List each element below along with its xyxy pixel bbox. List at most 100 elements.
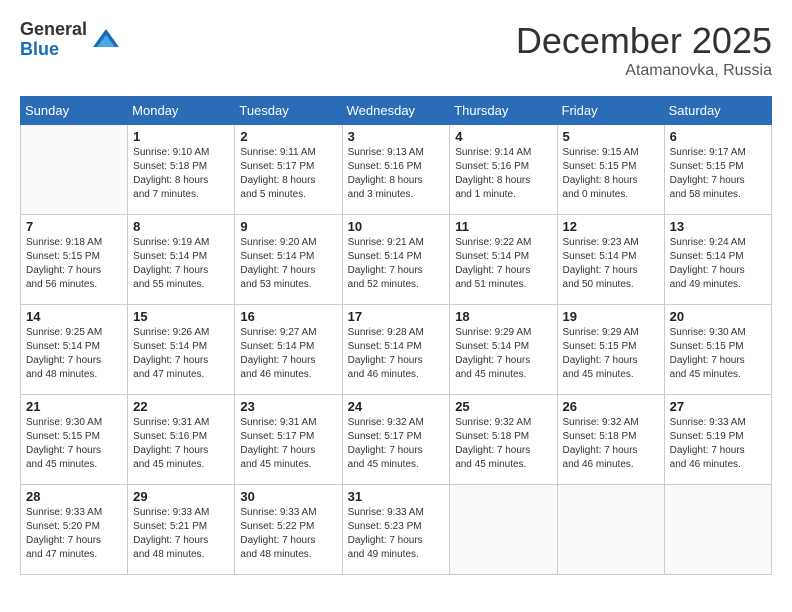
logo-blue: Blue: [20, 40, 87, 60]
calendar-week-row: 21 Sunrise: 9:30 AMSunset: 5:15 PMDayligh…: [21, 395, 772, 485]
day-info: Sunrise: 9:11 AMSunset: 5:17 PMDaylight:…: [240, 146, 336, 202]
day-info: Sunrise: 9:24 AMSunset: 5:14 PMDaylight:…: [670, 236, 766, 292]
calendar-cell: 4Sunrise: 9:14 AMSunset: 5:16 PMDaylight…: [450, 125, 557, 215]
calendar-cell: 12Sunrise: 9:23 AMSunset: 5:14 PMDayligh…: [557, 215, 664, 305]
day-number: 6: [670, 129, 766, 144]
day-number: 7: [26, 219, 122, 234]
calendar-table: SundayMondayTuesdayWednesdayThursdayFrid…: [20, 96, 772, 575]
calendar-cell: 15Sunrise: 9:26 AMSunset: 5:14 PMDayligh…: [128, 305, 235, 395]
calendar-cell: 6 Sunrise: 9:17 AMSunset: 5:15 PMDaylight…: [664, 125, 771, 215]
day-info: Sunrise: 9:29 AMSunset: 5:15 PMDaylight:…: [563, 326, 659, 382]
day-info: Sunrise: 9:30 AMSunset: 5:15 PMDaylight:…: [670, 326, 766, 382]
day-info: Sunrise: 9:31 AMSunset: 5:17 PMDaylight:…: [240, 416, 336, 472]
day-number: 8: [133, 219, 229, 234]
day-info: Sunrise: 9:27 AMSunset: 5:14 PMDaylight:…: [240, 326, 336, 382]
day-info: Sunrise: 9:21 AMSunset: 5:14 PMDaylight:…: [348, 236, 445, 292]
calendar-week-row: 28 Sunrise: 9:33 AMSunset: 5:20 PMDayligh…: [21, 485, 772, 575]
calendar-week-row: 14 Sunrise: 9:25 AMSunset: 5:14 PMDayligh…: [21, 305, 772, 395]
calendar-cell: 25 Sunrise: 9:32 AMSunset: 5:18 PMDayligh…: [450, 395, 557, 485]
calendar-cell: 1Sunrise: 9:10 AMSunset: 5:18 PMDaylight…: [128, 125, 235, 215]
calendar-cell: 27 Sunrise: 9:33 AMSunset: 5:19 PMDayligh…: [664, 395, 771, 485]
calendar-cell: 7 Sunrise: 9:18 AMSunset: 5:15 PMDaylight…: [21, 215, 128, 305]
day-info: Sunrise: 9:30 AMSunset: 5:15 PMDaylight:…: [26, 416, 122, 472]
day-info: Sunrise: 9:17 AMSunset: 5:15 PMDaylight:…: [670, 146, 766, 202]
day-info: Sunrise: 9:32 AMSunset: 5:18 PMDaylight:…: [455, 416, 551, 472]
month-title: December 2025: [516, 20, 772, 62]
calendar-header-saturday: Saturday: [664, 97, 771, 125]
day-info: Sunrise: 9:18 AMSunset: 5:15 PMDaylight:…: [26, 236, 122, 292]
day-number: 9: [240, 219, 336, 234]
day-info: Sunrise: 9:33 AMSunset: 5:22 PMDaylight:…: [240, 506, 336, 562]
day-number: 10: [348, 219, 445, 234]
calendar-cell: 26 Sunrise: 9:32 AMSunset: 5:18 PMDayligh…: [557, 395, 664, 485]
day-number: 14: [26, 309, 122, 324]
calendar-cell: 31Sunrise: 9:33 AMSunset: 5:23 PMDayligh…: [342, 485, 450, 575]
calendar-week-row: 7 Sunrise: 9:18 AMSunset: 5:15 PMDaylight…: [21, 215, 772, 305]
calendar-cell: 5Sunrise: 9:15 AMSunset: 5:15 PMDaylight…: [557, 125, 664, 215]
day-number: 22: [133, 399, 229, 414]
logo-general: General: [20, 20, 87, 40]
calendar-cell: 22 Sunrise: 9:31 AMSunset: 5:16 PMDayligh…: [128, 395, 235, 485]
calendar-cell: 21 Sunrise: 9:30 AMSunset: 5:15 PMDayligh…: [21, 395, 128, 485]
day-number: 23: [240, 399, 336, 414]
calendar-cell: 11Sunrise: 9:22 AMSunset: 5:14 PMDayligh…: [450, 215, 557, 305]
day-number: 19: [563, 309, 659, 324]
day-info: Sunrise: 9:29 AMSunset: 5:14 PMDaylight:…: [455, 326, 551, 382]
day-info: Sunrise: 9:15 AMSunset: 5:15 PMDaylight:…: [563, 146, 659, 202]
day-info: Sunrise: 9:31 AMSunset: 5:16 PMDaylight:…: [133, 416, 229, 472]
calendar-header-sunday: Sunday: [21, 97, 128, 125]
day-number: 15: [133, 309, 229, 324]
calendar-header-wednesday: Wednesday: [342, 97, 450, 125]
day-info: Sunrise: 9:25 AMSunset: 5:14 PMDaylight:…: [26, 326, 122, 382]
calendar-cell: 3 Sunrise: 9:13 AMSunset: 5:16 PMDaylight…: [342, 125, 450, 215]
day-info: Sunrise: 9:13 AMSunset: 5:16 PMDaylight:…: [348, 146, 445, 202]
day-number: 21: [26, 399, 122, 414]
day-number: 3: [348, 129, 445, 144]
day-number: 20: [670, 309, 766, 324]
day-info: Sunrise: 9:33 AMSunset: 5:20 PMDaylight:…: [26, 506, 122, 562]
day-info: Sunrise: 9:28 AMSunset: 5:14 PMDaylight:…: [348, 326, 445, 382]
calendar-cell: [21, 125, 128, 215]
day-number: 26: [563, 399, 659, 414]
day-number: 24: [348, 399, 445, 414]
calendar-week-row: 1Sunrise: 9:10 AMSunset: 5:18 PMDaylight…: [21, 125, 772, 215]
day-info: Sunrise: 9:33 AMSunset: 5:19 PMDaylight:…: [670, 416, 766, 472]
day-number: 27: [670, 399, 766, 414]
calendar-cell: 14 Sunrise: 9:25 AMSunset: 5:14 PMDayligh…: [21, 305, 128, 395]
calendar-cell: 9 Sunrise: 9:20 AMSunset: 5:14 PMDaylight…: [235, 215, 342, 305]
day-info: Sunrise: 9:20 AMSunset: 5:14 PMDaylight:…: [240, 236, 336, 292]
logo: General Blue: [20, 20, 121, 60]
calendar-cell: 30 Sunrise: 9:33 AMSunset: 5:22 PMDayligh…: [235, 485, 342, 575]
day-number: 17: [348, 309, 445, 324]
calendar-cell: 13Sunrise: 9:24 AMSunset: 5:14 PMDayligh…: [664, 215, 771, 305]
day-info: Sunrise: 9:32 AMSunset: 5:17 PMDaylight:…: [348, 416, 445, 472]
day-number: 2: [240, 129, 336, 144]
day-number: 28: [26, 489, 122, 504]
calendar-cell: 2 Sunrise: 9:11 AMSunset: 5:17 PMDaylight…: [235, 125, 342, 215]
day-info: Sunrise: 9:10 AMSunset: 5:18 PMDaylight:…: [133, 146, 229, 202]
calendar-cell: [450, 485, 557, 575]
calendar-cell: 29Sunrise: 9:33 AMSunset: 5:21 PMDayligh…: [128, 485, 235, 575]
day-number: 25: [455, 399, 551, 414]
calendar-cell: 8Sunrise: 9:19 AMSunset: 5:14 PMDaylight…: [128, 215, 235, 305]
page-header: General Blue December 2025 Atamanovka, R…: [20, 20, 772, 80]
day-number: 4: [455, 129, 551, 144]
calendar-cell: [557, 485, 664, 575]
calendar-cell: [664, 485, 771, 575]
day-number: 16: [240, 309, 336, 324]
day-number: 11: [455, 219, 551, 234]
location: Atamanovka, Russia: [516, 62, 772, 80]
day-number: 18: [455, 309, 551, 324]
calendar-cell: 16 Sunrise: 9:27 AMSunset: 5:14 PMDayligh…: [235, 305, 342, 395]
day-info: Sunrise: 9:33 AMSunset: 5:23 PMDaylight:…: [348, 506, 445, 562]
calendar-header-friday: Friday: [557, 97, 664, 125]
calendar-cell: 17 Sunrise: 9:28 AMSunset: 5:14 PMDayligh…: [342, 305, 450, 395]
calendar-header-monday: Monday: [128, 97, 235, 125]
logo-icon: [91, 25, 121, 55]
day-info: Sunrise: 9:32 AMSunset: 5:18 PMDaylight:…: [563, 416, 659, 472]
day-number: 29: [133, 489, 229, 504]
day-number: 12: [563, 219, 659, 234]
calendar-header-thursday: Thursday: [450, 97, 557, 125]
day-number: 30: [240, 489, 336, 504]
calendar-cell: 23 Sunrise: 9:31 AMSunset: 5:17 PMDayligh…: [235, 395, 342, 485]
